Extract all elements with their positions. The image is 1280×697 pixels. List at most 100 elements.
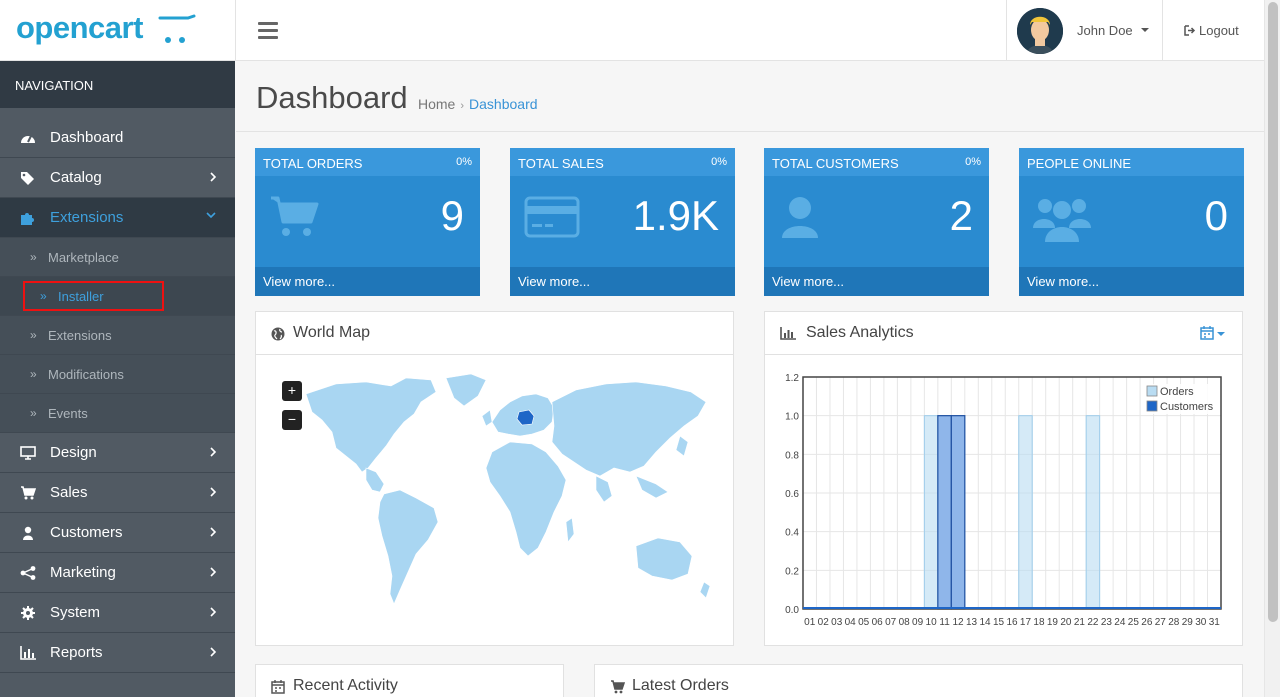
double-chevron-icon: »	[40, 289, 47, 303]
sidebar-item-customers[interactable]: Customers	[0, 513, 235, 553]
tile-total-customers: TOTAL CUSTOMERS 0% 2 View more...	[764, 148, 989, 296]
latest-orders-panel: Latest Orders	[594, 664, 1243, 697]
sidebar-item-system[interactable]: System	[0, 593, 235, 633]
bar-orders-10	[923, 415, 939, 610]
x-tick-label: 11	[939, 617, 950, 628]
chevron-right-icon	[210, 172, 217, 182]
x-tick-label: 15	[993, 617, 1005, 628]
x-tick-label: 29	[1182, 617, 1194, 628]
x-tick-label: 16	[1006, 617, 1018, 628]
sidebar-item-sales[interactable]: Sales	[0, 473, 235, 513]
sidebar-subitem-modifications[interactable]: » Modifications	[0, 355, 235, 394]
x-tick-label: 07	[885, 617, 897, 628]
x-tick-label: 06	[872, 617, 884, 628]
shopping-cart-icon	[271, 196, 319, 236]
scroll-thumb[interactable]	[1268, 2, 1278, 622]
logo[interactable]: opencart	[0, 0, 236, 61]
sidebar-item-dashboard[interactable]: Dashboard	[0, 118, 235, 158]
x-tick-label: 02	[818, 617, 830, 628]
x-tick-label: 21	[1074, 617, 1086, 628]
menu-toggle-button[interactable]	[258, 22, 278, 39]
sales-analytics-panel: Sales Analytics 0.0 0.2 0.4 0.6 0.8 1.0 1.2 01 0…	[764, 311, 1243, 646]
monitor-icon	[20, 446, 36, 460]
x-tick-label: 03	[831, 617, 843, 628]
x-tick-label: 05	[858, 617, 870, 628]
x-tick-label: 19	[1047, 617, 1059, 628]
legend-label-customers: Customers	[1160, 401, 1214, 413]
divider	[236, 131, 1264, 132]
chevron-right-icon	[210, 607, 217, 617]
x-tick-label: 24	[1114, 617, 1126, 628]
x-tick-label: 04	[845, 617, 857, 628]
world-map[interactable]	[296, 372, 716, 627]
logo-text: opencart	[16, 10, 143, 45]
user-menu[interactable]: John Doe	[1006, 0, 1163, 61]
sidebar-subitem-events[interactable]: » Events	[0, 394, 235, 433]
x-tick-label: 25	[1128, 617, 1140, 628]
y-tick-label: 0.8	[785, 450, 799, 461]
bar-orders-17	[1018, 415, 1033, 610]
share-icon	[20, 566, 36, 580]
view-more-sales-link[interactable]: View more...	[510, 267, 735, 296]
tile-total-orders: TOTAL ORDERS 0% 9 View more...	[255, 148, 480, 296]
x-tick-label: 27	[1155, 617, 1167, 628]
nav-title: NAVIGATION	[0, 61, 235, 108]
sidebar-item-marketing[interactable]: Marketing	[0, 553, 235, 593]
x-tick-label: 23	[1101, 617, 1113, 628]
chevron-down-icon	[206, 212, 216, 219]
sales-analytics-title: Sales Analytics	[806, 324, 914, 341]
user-icon	[782, 197, 818, 238]
gear-icon	[21, 606, 35, 620]
sidebar-item-reports[interactable]: Reports	[0, 633, 235, 673]
sales-chart: 0.00.20.40.60.81.01.201 02 03 04 05 06 07 08 09 1…	[785, 373, 1222, 628]
sidebar-subitem-extensions[interactable]: » Extensions	[0, 316, 235, 355]
double-chevron-icon: »	[30, 328, 37, 342]
users-icon	[1033, 199, 1091, 242]
x-tick-label: 26	[1141, 617, 1153, 628]
sidebar-subitem-installer[interactable]: » Installer	[0, 277, 235, 316]
scrollbar[interactable]	[1264, 0, 1280, 697]
y-tick-label: 0.0	[785, 605, 799, 616]
user-name: John Doe	[1077, 23, 1133, 38]
sidebar-item-extensions[interactable]: Extensions	[0, 198, 235, 238]
user-icon	[23, 526, 33, 540]
x-tick-label: 18	[1033, 617, 1045, 628]
x-tick-label: 10	[926, 617, 938, 628]
sidebar-subitem-marketplace[interactable]: » Marketplace	[0, 238, 235, 277]
chevron-right-icon	[210, 647, 217, 657]
double-chevron-icon: »	[30, 367, 37, 381]
logo-cart-icon	[158, 14, 196, 43]
breadcrumb-home[interactable]: Home	[418, 96, 455, 112]
y-tick-label: 0.6	[785, 489, 799, 500]
dashboard-icon	[21, 135, 35, 143]
x-tick-label: 14	[979, 617, 991, 628]
x-tick-label: 01	[804, 617, 816, 628]
sidebar: NAVIGATION Dashboard Catalog Extensions …	[0, 61, 235, 697]
legend-swatch-customers	[1146, 400, 1158, 412]
sidebar-item-catalog[interactable]: Catalog	[0, 158, 235, 198]
x-tick-label: 20	[1060, 617, 1072, 628]
chevron-right-icon	[210, 487, 217, 497]
calendar-dropdown-icon[interactable]	[1200, 326, 1226, 340]
view-more-customers-link[interactable]: View more...	[764, 267, 989, 296]
logout-label: Logout	[1199, 23, 1239, 38]
x-tick-label: 17	[1020, 617, 1032, 628]
breadcrumb-current[interactable]: Dashboard	[469, 96, 538, 112]
world-map-title: World Map	[293, 324, 371, 341]
chevron-right-icon	[210, 527, 217, 537]
sidebar-item-design[interactable]: Design	[0, 433, 235, 473]
bar-customers-11	[937, 415, 952, 610]
view-more-orders-link[interactable]: View more...	[255, 267, 480, 296]
legend-swatch-orders	[1146, 385, 1158, 397]
x-tick-label: 28	[1168, 617, 1180, 628]
view-more-online-link[interactable]: View more...	[1019, 267, 1244, 296]
double-chevron-icon: »	[30, 250, 37, 264]
legend-label-orders: Orders	[1160, 386, 1194, 398]
logout-icon	[1184, 25, 1196, 36]
bar-orders-22	[1085, 415, 1101, 610]
y-tick-label: 1.0	[785, 412, 799, 423]
logout-button[interactable]: Logout	[1184, 23, 1239, 38]
cart-icon	[611, 680, 625, 694]
x-tick-label: 30	[1195, 617, 1207, 628]
world-map-panel: World Map + −	[255, 311, 734, 646]
